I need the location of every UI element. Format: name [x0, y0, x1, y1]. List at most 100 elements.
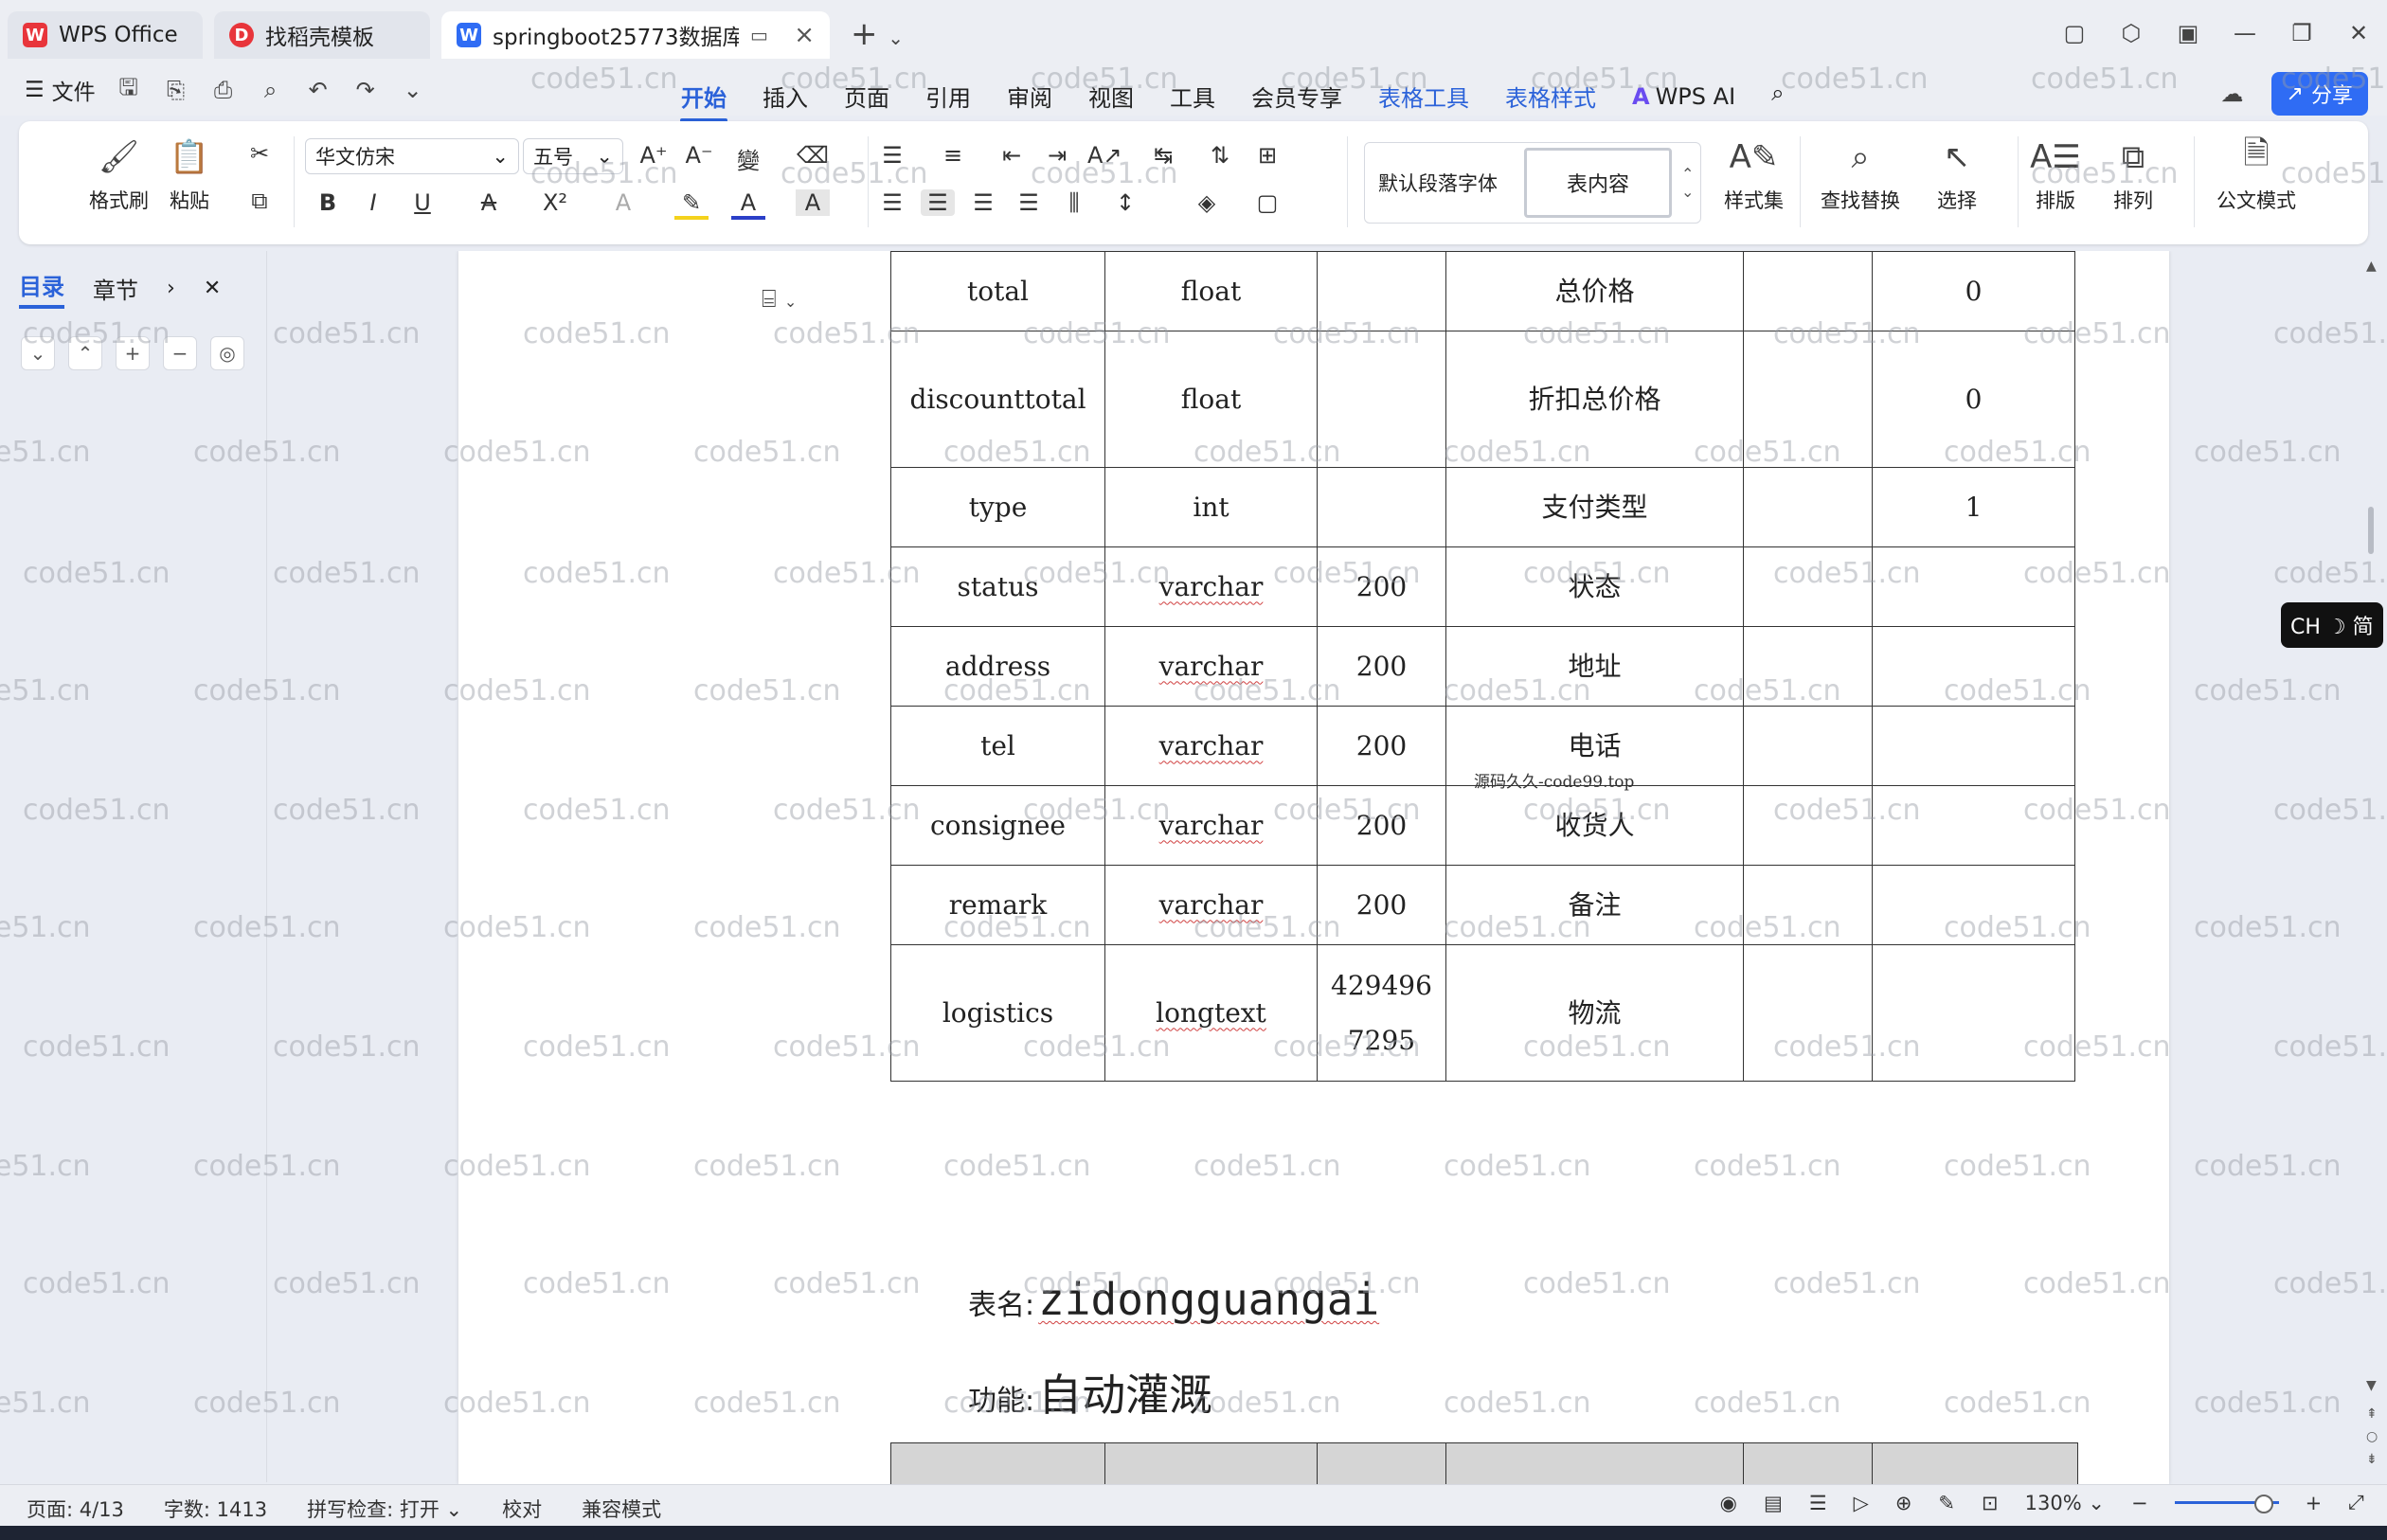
share-button[interactable]: ↗ 分享	[2270, 72, 2368, 116]
cell-length[interactable]	[1317, 331, 1446, 468]
table-row[interactable]: type int 支付类型 1	[890, 467, 2075, 547]
tab-member[interactable]: 会员专享	[1233, 74, 1360, 118]
cell-key[interactable]	[1743, 785, 1873, 866]
bullet-list-icon[interactable]: ☰	[875, 142, 909, 169]
tab-home[interactable]: 开始	[663, 74, 745, 122]
cell-type[interactable]: int	[1104, 467, 1318, 547]
clear-format-icon[interactable]: ⌫	[796, 142, 830, 169]
ime-indicator[interactable]: CH ☽ 简	[2281, 602, 2383, 648]
font-name-select[interactable]: 华文仿宋 ⌄	[305, 138, 519, 174]
cell-name[interactable]: logistics	[890, 944, 1105, 1082]
wps-ai-button[interactable]: A WPS AI	[1614, 74, 1753, 118]
decrease-indent-icon[interactable]: ⇤	[995, 142, 1029, 169]
tab-references[interactable]: 引用	[907, 74, 989, 118]
shading-icon[interactable]: ◈	[1190, 189, 1224, 216]
zoom-level[interactable]: 130% ⌄	[2025, 1492, 2105, 1514]
prev-page-icon[interactable]: ⇞	[2366, 1406, 2378, 1422]
close-window-icon[interactable]: ✕	[2330, 9, 2387, 57]
print-icon[interactable]: ⎙	[209, 76, 238, 104]
cell-name[interactable]: address	[890, 626, 1105, 707]
page-view-icon[interactable]: ▤	[1764, 1492, 1783, 1514]
cut-icon[interactable]: ✂	[242, 140, 277, 167]
select-button[interactable]: ↖ 选择	[1936, 136, 1978, 214]
paragraph-menu-icon[interactable]: ⌸ ⌄	[762, 285, 797, 314]
cell-key[interactable]	[1743, 865, 1873, 945]
cell-key[interactable]	[1743, 944, 1873, 1082]
remove-heading-icon[interactable]: −	[163, 336, 197, 370]
align-center-icon[interactable]: ☰	[921, 189, 955, 216]
cell-key[interactable]	[1743, 467, 1873, 547]
cube-icon[interactable]: ⬡	[2103, 9, 2160, 57]
tab-insert[interactable]: 插入	[745, 74, 826, 118]
table-row[interactable]: status varchar 200 状态	[890, 546, 2075, 627]
cell-type[interactable]: float	[1104, 251, 1318, 331]
redo-icon[interactable]: ↷	[351, 76, 380, 104]
shrink-font-icon[interactable]: A⁻	[682, 142, 716, 169]
cell-length[interactable]: 200	[1317, 785, 1446, 866]
fields-table[interactable]: total float 总价格 0 discounttotal float 折扣总价格 0 ty…	[890, 251, 2075, 1082]
cell-default[interactable]	[1872, 785, 2075, 866]
search-icon[interactable]: ⌕	[1753, 74, 1802, 118]
chevron-right-icon[interactable]: ›	[167, 277, 175, 300]
outline-view-icon[interactable]: ☰	[1809, 1492, 1827, 1514]
align-right-icon[interactable]: ☰	[966, 189, 1000, 216]
cell-key[interactable]	[1743, 546, 1873, 627]
cell-length[interactable]	[1317, 251, 1446, 331]
cell-name[interactable]: total	[890, 251, 1105, 331]
spell-check[interactable]: 拼写检查: 打开 ⌄	[307, 1495, 462, 1523]
cell-default[interactable]: 1	[1872, 467, 2075, 547]
cell-key[interactable]	[1743, 706, 1873, 786]
cell-type[interactable]: varchar	[1104, 785, 1318, 866]
table-row[interactable]: address varchar 200 地址	[890, 626, 2075, 707]
cell-default[interactable]	[1872, 626, 2075, 707]
layout-button[interactable]: A☰ 排版	[2030, 136, 2081, 214]
cell-default[interactable]	[1872, 706, 2075, 786]
cell-key[interactable]	[1743, 251, 1873, 331]
compat-mode[interactable]: 兼容模式	[582, 1495, 661, 1523]
cell-name[interactable]: consignee	[890, 785, 1105, 866]
paste-button[interactable]: 📋 粘贴	[169, 136, 210, 214]
copy-icon[interactable]: ⧉	[242, 188, 277, 214]
cell-length[interactable]: 200	[1317, 626, 1446, 707]
cell-length[interactable]	[1317, 467, 1446, 547]
cell-desc[interactable]: 状态	[1445, 546, 1744, 627]
close-tab-icon[interactable]: ×	[794, 21, 815, 49]
cell-name[interactable]: tel	[890, 706, 1105, 786]
cell-name[interactable]: discounttotal	[890, 331, 1105, 468]
tab-wps-office[interactable]: W WPS Office	[8, 11, 203, 59]
underline-icon[interactable]: U	[405, 189, 440, 216]
increase-indent-icon[interactable]: ⇥	[1040, 142, 1074, 169]
find-replace-button[interactable]: ⌕ 查找替换	[1821, 136, 1900, 214]
text-direction-icon[interactable]: A↗	[1087, 142, 1122, 169]
maximize-icon[interactable]: ❐	[2273, 9, 2330, 57]
cell-default[interactable]: 0	[1872, 331, 2075, 468]
cell-desc[interactable]: 折扣总价格	[1445, 331, 1744, 468]
collapse-up-icon[interactable]: ⌃	[68, 336, 102, 370]
style-set-button[interactable]: A✎ 样式集	[1724, 136, 1784, 214]
play-icon[interactable]: ▷	[1854, 1492, 1869, 1514]
official-mode-button[interactable]: 🗎 公文模式	[2216, 134, 2296, 214]
zoom-out-icon[interactable]: −	[2131, 1492, 2148, 1514]
grow-font-icon[interactable]: A⁺	[637, 142, 671, 169]
font-color-icon[interactable]: A	[731, 189, 765, 220]
cell-type[interactable]: varchar	[1104, 865, 1318, 945]
cell-type[interactable]: float	[1104, 331, 1318, 468]
cell-desc[interactable]: 总价格	[1445, 251, 1744, 331]
web-view-icon[interactable]: ⊕	[1895, 1492, 1912, 1514]
align-left-icon[interactable]: ☰	[875, 189, 909, 216]
superscript-icon[interactable]: X²	[538, 189, 572, 216]
table-row[interactable]: remark varchar 200 备注	[890, 865, 2075, 945]
cell-length[interactable]: 200	[1317, 546, 1446, 627]
tab-tools[interactable]: 工具	[1152, 74, 1233, 118]
add-heading-icon[interactable]: +	[116, 336, 150, 370]
style-gallery[interactable]: 默认段落字体 表内容 ⌃ ⌄	[1364, 142, 1701, 224]
browse-object-icon[interactable]: ○	[2366, 1429, 2378, 1444]
cell-length[interactable]: 200	[1317, 706, 1446, 786]
word-count[interactable]: 字数: 1413	[164, 1495, 267, 1523]
page-count[interactable]: 页面: 4/13	[27, 1495, 124, 1523]
show-marks-icon[interactable]: ⊞	[1250, 142, 1284, 169]
justify-icon[interactable]: ☰	[1012, 189, 1046, 216]
table-row[interactable]: consignee varchar 200 收货人	[890, 785, 2075, 866]
expand-down-icon[interactable]: ⌄	[21, 336, 55, 370]
cell-key[interactable]	[1743, 626, 1873, 707]
